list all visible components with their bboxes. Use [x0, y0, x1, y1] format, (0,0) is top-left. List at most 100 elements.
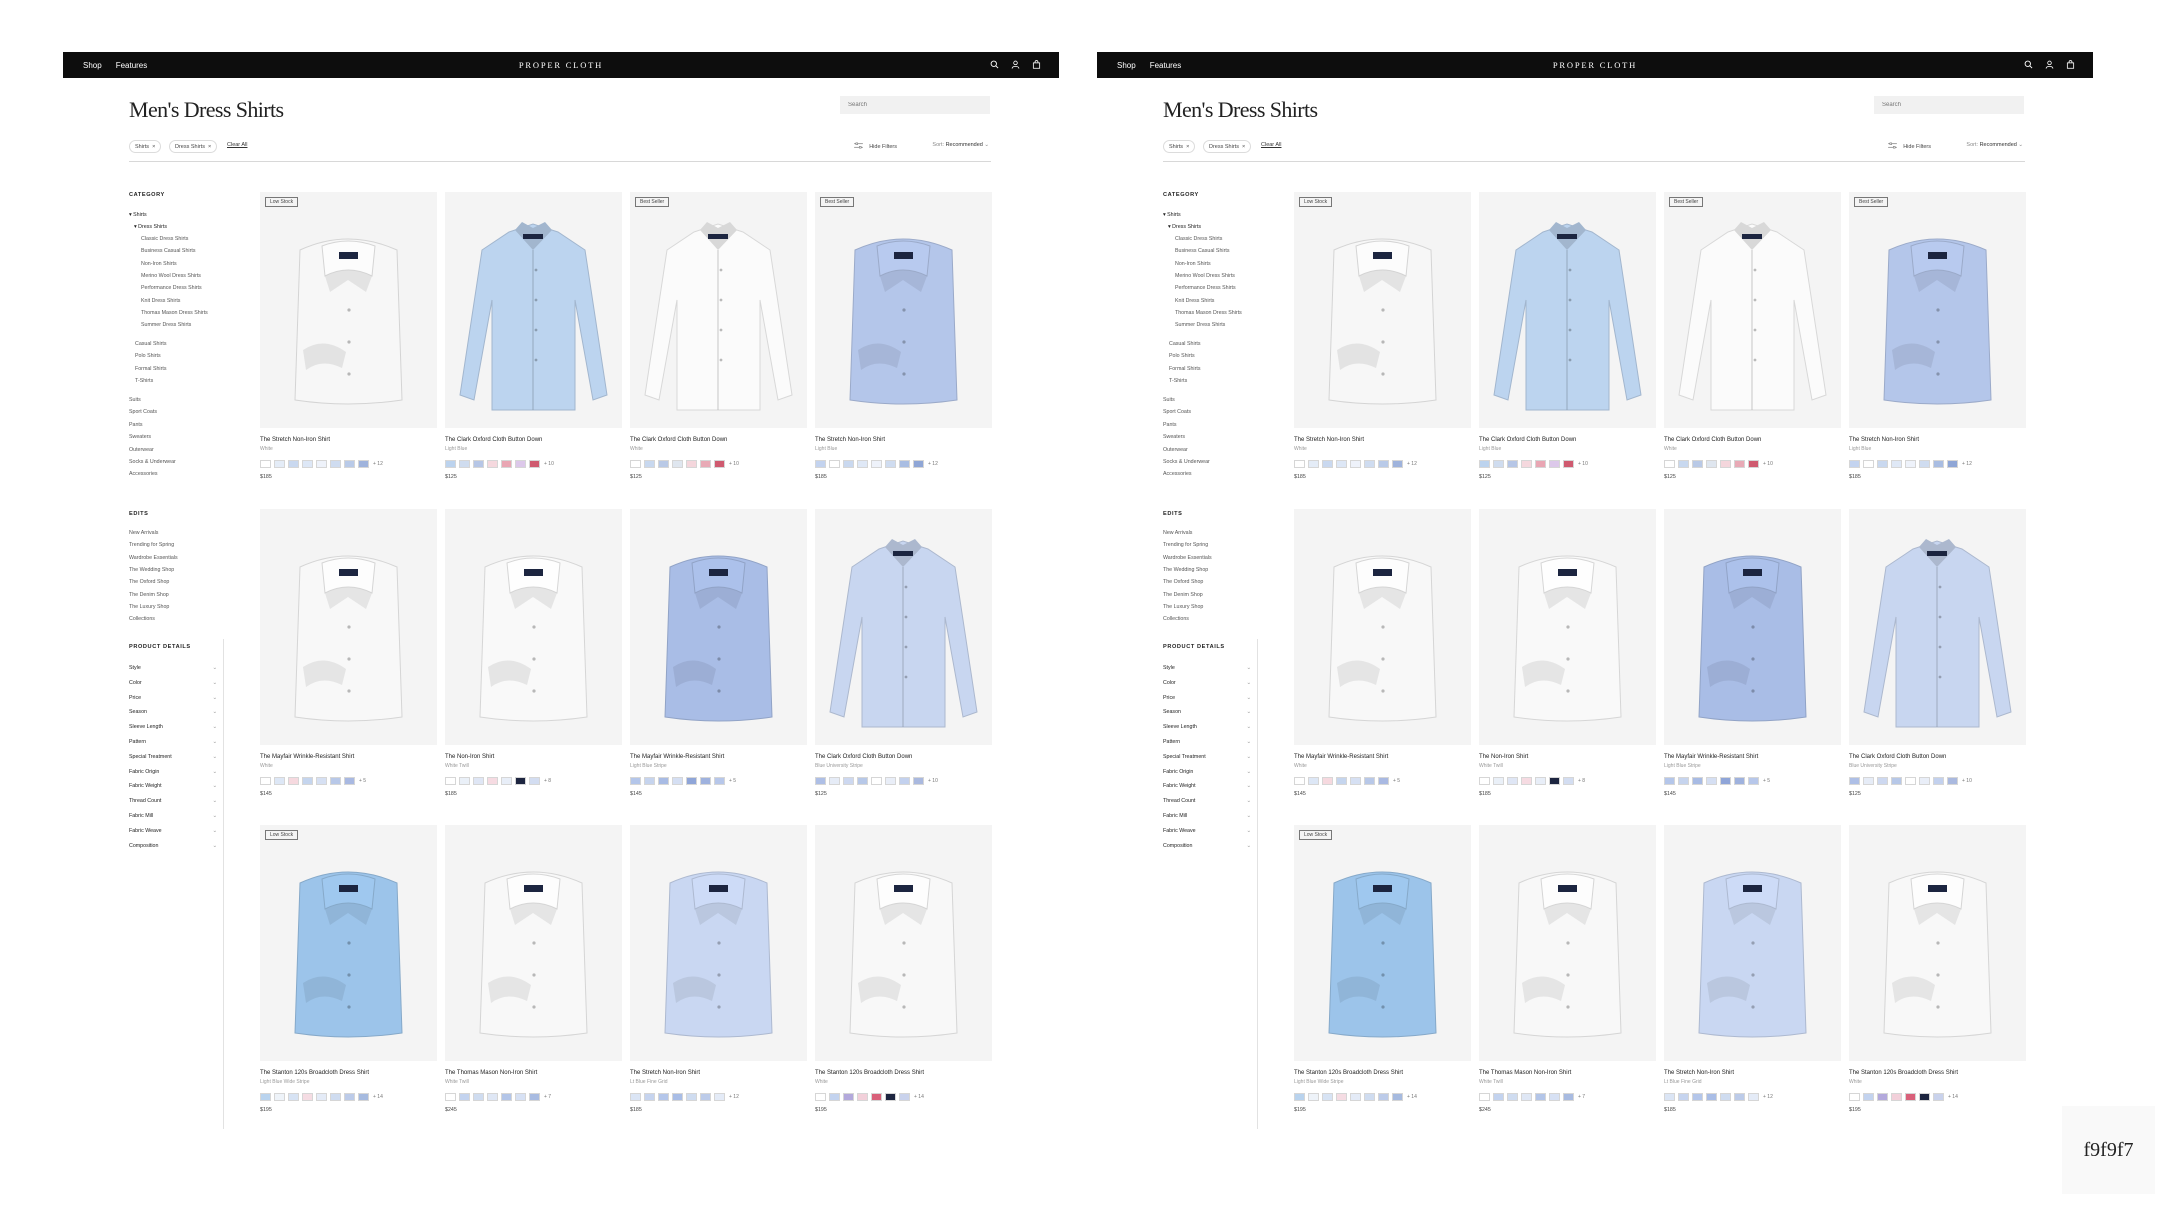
product-name[interactable]: The Mayfair Wrinkle-Resistant Shirt	[1294, 754, 1471, 760]
color-swatch[interactable]	[1692, 776, 1703, 785]
subcategory-link[interactable]: Business Casual Shirts	[1175, 248, 1229, 254]
shirt-type-link[interactable]: T-Shirts	[1169, 378, 1187, 384]
color-swatch[interactable]	[1863, 776, 1874, 785]
color-swatch[interactable]	[658, 1092, 669, 1101]
product-name[interactable]: The Clark Oxford Cloth Button Down	[815, 754, 992, 760]
color-swatch[interactable]	[1507, 776, 1518, 785]
product-card[interactable]: The Clark Oxford Cloth Button Down Blue U…	[1849, 509, 2026, 797]
close-icon[interactable]: ×	[1242, 144, 1245, 150]
color-swatch[interactable]	[1919, 1092, 1930, 1101]
color-swatch[interactable]	[260, 1092, 271, 1101]
subcategory-link[interactable]: Non-Iron Shirts	[141, 261, 177, 267]
color-swatch[interactable]	[1336, 1092, 1347, 1101]
product-image[interactable]	[1479, 509, 1656, 745]
category-link[interactable]: Sweaters	[1163, 434, 1185, 440]
product-name[interactable]: The Stretch Non-Iron Shirt	[1849, 437, 2026, 443]
product-detail-filter[interactable]: Color ⌄	[1163, 680, 1251, 686]
color-swatch[interactable]	[1678, 776, 1689, 785]
product-name[interactable]: The Stretch Non-Iron Shirt	[815, 437, 992, 443]
color-swatch[interactable]	[1535, 776, 1546, 785]
color-swatch[interactable]	[1877, 1092, 1888, 1101]
edit-link[interactable]: New Arrivals	[129, 530, 158, 536]
subcategory-link[interactable]: Summer Dress Shirts	[1175, 322, 1225, 328]
color-swatch[interactable]	[473, 1092, 484, 1101]
product-image[interactable]	[445, 192, 622, 428]
product-image[interactable]	[630, 509, 807, 745]
color-swatch[interactable]	[487, 1092, 498, 1101]
product-detail-filter[interactable]: Fabric Weave ⌄	[129, 828, 217, 834]
nav-shop-link[interactable]: Shop	[1117, 61, 1136, 70]
product-image[interactable]	[1664, 825, 1841, 1061]
product-detail-filter[interactable]: Fabric Weight ⌄	[1163, 783, 1251, 789]
color-swatch[interactable]	[302, 1092, 313, 1101]
color-swatch[interactable]	[1294, 1092, 1305, 1101]
sort-dropdown[interactable]: Sort: Recommended ⌄	[932, 142, 989, 148]
product-image[interactable]: Low Stock	[1294, 825, 1471, 1061]
product-image[interactable]	[1664, 509, 1841, 745]
product-detail-filter[interactable]: Pattern ⌄	[1163, 739, 1251, 745]
color-swatch[interactable]	[644, 1092, 655, 1101]
color-swatch[interactable]	[672, 459, 683, 468]
color-swatch[interactable]	[1891, 459, 1902, 468]
product-detail-filter[interactable]: Fabric Origin ⌄	[1163, 769, 1251, 775]
product-card[interactable]: Best Seller The Stretch Non-Iron Shirt Lig…	[815, 192, 992, 480]
filter-chip[interactable]: Shirts ×	[129, 140, 162, 153]
color-swatch[interactable]	[843, 776, 854, 785]
product-detail-filter[interactable]: Pattern ⌄	[129, 739, 217, 745]
bag-icon[interactable]	[1032, 56, 1041, 74]
product-detail-filter[interactable]: Color ⌄	[129, 680, 217, 686]
product-name[interactable]: The Mayfair Wrinkle-Resistant Shirt	[630, 754, 807, 760]
edit-link[interactable]: The Oxford Shop	[1163, 579, 1203, 585]
more-colors-count[interactable]: + 12	[1763, 1094, 1773, 1100]
color-swatch[interactable]	[658, 459, 669, 468]
more-colors-count[interactable]: + 10	[1763, 461, 1773, 467]
more-colors-count[interactable]: + 10	[1962, 778, 1972, 784]
color-swatch[interactable]	[1933, 1092, 1944, 1101]
product-card[interactable]: Low Stock The Stretch Non-Iron Shirt White…	[260, 192, 437, 480]
more-colors-count[interactable]: + 12	[729, 1094, 739, 1100]
more-colors-count[interactable]: + 7	[1578, 1094, 1585, 1100]
color-swatch[interactable]	[459, 776, 470, 785]
color-swatch[interactable]	[1849, 1092, 1860, 1101]
edit-link[interactable]: Wardrobe Essentials	[129, 555, 178, 561]
edit-link[interactable]: Trending for Spring	[1163, 542, 1208, 548]
subcategory-link[interactable]: Classic Dress Shirts	[141, 236, 188, 242]
color-swatch[interactable]	[857, 776, 868, 785]
product-card[interactable]: Low Stock The Stanton 120s Broadcloth Dre…	[260, 825, 437, 1113]
more-colors-count[interactable]: + 8	[1578, 778, 1585, 784]
product-detail-filter[interactable]: Composition ⌄	[129, 843, 217, 849]
color-swatch[interactable]	[1322, 776, 1333, 785]
color-swatch[interactable]	[686, 776, 697, 785]
close-icon[interactable]: ×	[1186, 144, 1189, 150]
color-swatch[interactable]	[1378, 776, 1389, 785]
product-name[interactable]: The Stretch Non-Iron Shirt	[630, 1070, 807, 1076]
edit-link[interactable]: New Arrivals	[1163, 530, 1192, 536]
hide-filters-button[interactable]: Hide Filters	[1888, 142, 1931, 151]
color-swatch[interactable]	[1563, 459, 1574, 468]
more-colors-count[interactable]: + 10	[1578, 461, 1588, 467]
more-colors-count[interactable]: + 14	[1407, 1094, 1417, 1100]
color-swatch[interactable]	[459, 459, 470, 468]
close-icon[interactable]: ×	[152, 144, 155, 150]
product-image[interactable]	[1479, 825, 1656, 1061]
color-swatch[interactable]	[445, 459, 456, 468]
color-swatch[interactable]	[1706, 459, 1717, 468]
color-swatch[interactable]	[1664, 776, 1675, 785]
color-swatch[interactable]	[1350, 776, 1361, 785]
color-swatch[interactable]	[358, 459, 369, 468]
product-detail-filter[interactable]: Thread Count ⌄	[129, 798, 217, 804]
color-swatch[interactable]	[1734, 1092, 1745, 1101]
product-detail-filter[interactable]: Price ⌄	[129, 695, 217, 701]
more-colors-count[interactable]: + 10	[729, 461, 739, 467]
nav-features-link[interactable]: Features	[116, 61, 148, 70]
color-swatch[interactable]	[1706, 776, 1717, 785]
filter-chip[interactable]: Dress Shirts ×	[1203, 140, 1252, 153]
color-swatch[interactable]	[515, 776, 526, 785]
color-swatch[interactable]	[1294, 459, 1305, 468]
color-swatch[interactable]	[899, 776, 910, 785]
color-swatch[interactable]	[1364, 1092, 1375, 1101]
color-swatch[interactable]	[913, 776, 924, 785]
shirt-type-link[interactable]: Polo Shirts	[135, 353, 161, 359]
color-swatch[interactable]	[1308, 776, 1319, 785]
subcategory-link[interactable]: Knit Dress Shirts	[141, 298, 180, 304]
